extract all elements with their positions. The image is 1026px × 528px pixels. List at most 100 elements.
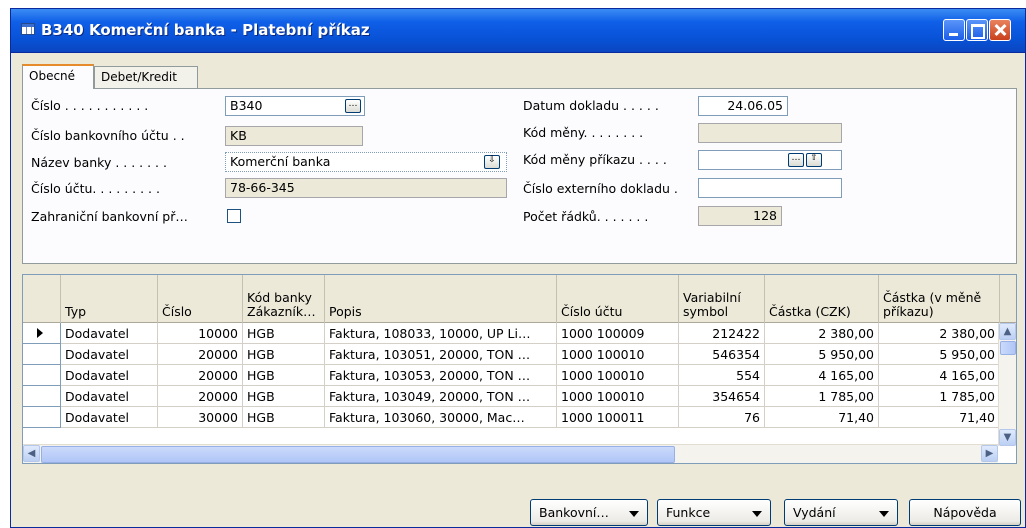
scroll-up-icon[interactable]: ▲ (999, 323, 1016, 340)
header-typ[interactable]: Typ (61, 275, 158, 323)
cell-cislo[interactable]: 30000 (158, 407, 243, 428)
cell-cislo[interactable]: 20000 (158, 386, 243, 407)
payment-order-window: B340 Komerční banka - Platební příkaz Ob… (10, 8, 1026, 528)
cell-typ[interactable]: Dodavatel (61, 323, 158, 344)
cell-kod-banky[interactable]: HGB (243, 407, 325, 428)
zahranicni-checkbox[interactable] (227, 209, 241, 223)
row-selector[interactable] (23, 386, 61, 407)
nazev-banky-dropdown-icon[interactable]: ⇩ (484, 155, 500, 169)
cell-cislo-uctu[interactable]: 1000 100010 (557, 344, 679, 365)
row-selector[interactable] (23, 407, 61, 428)
cell-typ[interactable]: Dodavatel (61, 407, 158, 428)
title-bar[interactable]: B340 Komerční banka - Platební příkaz (11, 9, 1025, 53)
current-row-arrow-icon (37, 328, 43, 338)
cell-typ[interactable]: Dodavatel (61, 386, 158, 407)
header-selector (23, 275, 61, 323)
chevron-down-icon (752, 511, 762, 517)
cell-popis[interactable]: Faktura, 103049, 20000, TON … (325, 386, 557, 407)
cell-cislo-uctu[interactable]: 1000 100010 (557, 365, 679, 386)
datum-field[interactable]: 24.06.05 (698, 96, 788, 116)
cell-variabilni-symbol[interactable]: 554 (679, 365, 765, 386)
cell-castka-czk[interactable]: 4 165,00 (765, 365, 879, 386)
cell-cislo-uctu[interactable]: 1000 100010 (557, 386, 679, 407)
cell-popis[interactable]: Faktura, 103051, 20000, TON … (325, 344, 557, 365)
header-kod-banky[interactable]: Kód banky Zákazník… (243, 275, 325, 323)
table-row[interactable]: Dodavatel 20000 HGB Faktura, 103053, 20000,… (23, 365, 1000, 386)
cell-cislo[interactable]: 20000 (158, 344, 243, 365)
vertical-scrollbar[interactable]: ▲ ▼ (998, 323, 1016, 446)
minimize-button[interactable] (943, 19, 965, 41)
header-cislo[interactable]: Číslo (158, 275, 243, 323)
tab-obecne[interactable]: Obecné (22, 64, 94, 89)
form-icon (21, 23, 35, 35)
napoveda-button[interactable]: Nápověda (909, 499, 1021, 526)
cell-kod-banky[interactable]: HGB (243, 323, 325, 344)
kod-meny-upload-icon[interactable]: ⇧ (806, 153, 822, 167)
row-selector[interactable] (23, 365, 61, 386)
vydani-menu-button[interactable]: Vydání (784, 499, 898, 526)
header-popis[interactable]: Popis (325, 275, 557, 323)
cell-castka-czk[interactable]: 2 380,00 (765, 323, 879, 344)
scroll-down-icon[interactable]: ▼ (999, 429, 1016, 446)
nazev-banky-field[interactable]: Komerční banka (225, 152, 507, 172)
horizontal-scrollbar[interactable]: ◀ ▶ (23, 444, 998, 463)
cell-kod-banky[interactable]: HGB (243, 386, 325, 407)
bankovni-menu-button[interactable]: Bankovní… (530, 499, 648, 526)
cislo-lookup-button[interactable]: … (345, 99, 361, 113)
cell-cislo[interactable]: 10000 (158, 323, 243, 344)
cell-variabilni-symbol[interactable]: 76 (679, 407, 765, 428)
cell-castka-czk[interactable]: 1 785,00 (765, 386, 879, 407)
header-cislo-uctu[interactable]: Číslo účtu (557, 275, 679, 323)
payment-lines-table: Typ Číslo Kód banky Zákazník… Popis Čísl… (22, 274, 1017, 464)
table-row[interactable]: Dodavatel 30000 HGB Faktura, 103060, 30000,… (23, 407, 1000, 428)
kod-meny-lookup-button[interactable]: … (788, 153, 804, 167)
cell-variabilni-symbol[interactable]: 212422 (679, 323, 765, 344)
cell-cislo-uctu[interactable]: 1000 100009 (557, 323, 679, 344)
horizontal-scroll-thumb[interactable] (41, 446, 675, 463)
cislo-uctu-label: Číslo účtu. . . . . . . . . (31, 181, 160, 196)
cislo-ext-field[interactable] (698, 178, 842, 198)
datum-label: Datum dokladu . . . . . (523, 98, 659, 113)
header-variabilni-symbol[interactable]: Variabilní symbol (679, 275, 765, 323)
table-row[interactable]: Dodavatel 20000 HGB Faktura, 103049, 20000,… (23, 386, 1000, 407)
vertical-scroll-thumb[interactable] (1000, 341, 1016, 355)
funkce-menu-button[interactable]: Funkce (657, 499, 771, 526)
cell-castka-mena[interactable]: 5 950,00 (879, 344, 1000, 365)
cell-castka-czk[interactable]: 5 950,00 (765, 344, 879, 365)
cell-popis[interactable]: Faktura, 103060, 30000, Mac… (325, 407, 557, 428)
table-row[interactable]: Dodavatel 10000 HGB Faktura, 108033, 10000,… (23, 323, 1000, 344)
cell-castka-mena[interactable]: 4 165,00 (879, 365, 1000, 386)
cell-variabilni-symbol[interactable]: 354654 (679, 386, 765, 407)
table-header: Typ Číslo Kód banky Zákazník… Popis Čísl… (23, 275, 1016, 323)
close-button[interactable] (989, 19, 1011, 41)
row-selector[interactable] (23, 344, 61, 365)
cell-variabilni-symbol[interactable]: 546354 (679, 344, 765, 365)
header-castka-mena[interactable]: Částka (v měně příkazu) (879, 275, 1000, 323)
chevron-down-icon (879, 511, 889, 517)
header-castka-czk[interactable]: Částka (CZK) (765, 275, 879, 323)
maximize-button[interactable] (966, 19, 988, 41)
cell-typ[interactable]: Dodavatel (61, 344, 158, 365)
scroll-right-icon[interactable]: ▶ (981, 445, 998, 462)
cell-kod-banky[interactable]: HGB (243, 365, 325, 386)
cislo-field[interactable]: B340 (225, 96, 365, 116)
cell-popis[interactable]: Faktura, 103053, 20000, TON … (325, 365, 557, 386)
cell-typ[interactable]: Dodavatel (61, 365, 158, 386)
scroll-left-icon[interactable]: ◀ (23, 445, 40, 462)
pocet-label: Počet řádků. . . . . . . (523, 209, 649, 224)
general-panel: Číslo . . . . . . . . . . . B340 … Číslo… (22, 88, 1017, 264)
cell-castka-czk[interactable]: 71,40 (765, 407, 879, 428)
table-row[interactable]: Dodavatel 20000 HGB Faktura, 103051, 20000,… (23, 344, 1000, 365)
chevron-down-icon (629, 511, 639, 517)
cell-cislo-uctu[interactable]: 1000 100011 (557, 407, 679, 428)
nazev-banky-value: Komerční banka (230, 154, 331, 169)
row-selector[interactable] (23, 323, 61, 344)
kod-meny-label: Kód měny. . . . . . . . (523, 125, 644, 140)
cell-kod-banky[interactable]: HGB (243, 344, 325, 365)
cell-castka-mena[interactable]: 1 785,00 (879, 386, 1000, 407)
cell-cislo[interactable]: 20000 (158, 365, 243, 386)
tab-debet-kredit[interactable]: Debet/Kredit (94, 66, 198, 88)
cell-castka-mena[interactable]: 2 380,00 (879, 323, 1000, 344)
cell-popis[interactable]: Faktura, 108033, 10000, UP Li… (325, 323, 557, 344)
cell-castka-mena[interactable]: 71,40 (879, 407, 1000, 428)
